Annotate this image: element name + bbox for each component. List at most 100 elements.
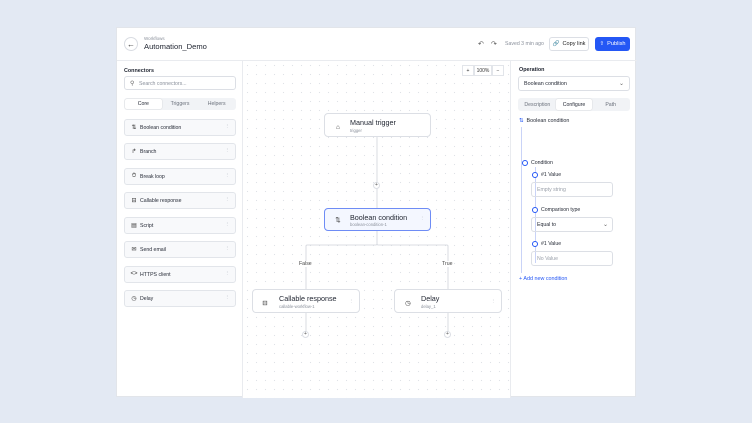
git-compare-icon: ⇅ (131, 125, 137, 131)
tree-root: ⇅ Boolean condition (519, 118, 569, 124)
connector-item-branch[interactable]: ↱ Branch ⋮ (124, 143, 236, 160)
connector-label: Boolean condition (140, 125, 182, 131)
node-title: Boolean condition (350, 213, 408, 222)
node-subtitle: delay_1 (421, 304, 436, 309)
node-boolean-condition[interactable]: ⇅ Boolean condition boolean-condition-1 … (324, 208, 431, 231)
comparison-label: Comparison type (541, 207, 581, 213)
node-delay[interactable]: ◷ Delay delay_1 ⋮ (394, 289, 502, 313)
breadcrumb[interactable]: Workflows (144, 36, 165, 41)
download-box-icon: ⊟ (262, 300, 268, 307)
publish-button[interactable]: ⇧ Publish (595, 37, 630, 51)
code-icon: <> (130, 271, 138, 277)
git-compare-icon: ⇅ (519, 118, 524, 124)
search-input[interactable] (139, 79, 233, 88)
copy-link-label: Copy link (562, 41, 586, 47)
tab-description[interactable]: Description (519, 99, 556, 110)
plus-icon: + (466, 67, 470, 74)
upload-icon: ⇧ (599, 41, 605, 47)
connector-label: Branch (140, 149, 157, 155)
connector-label: Delay (140, 296, 154, 302)
node-subtitle: trigger (350, 128, 362, 133)
drag-handle-icon[interactable]: ⋮ (225, 271, 231, 277)
value1-input[interactable]: Empty string (531, 182, 613, 197)
add-step-button[interactable]: + (373, 182, 380, 189)
value2-bullet (532, 241, 538, 247)
zoom-level: 100% (474, 65, 492, 76)
operation-title: Operation (519, 67, 545, 73)
connector-item-boolean-condition[interactable]: ⇅ Boolean condition ⋮ (124, 119, 236, 136)
tab-path[interactable]: Path (592, 99, 629, 110)
connector-item-https-client[interactable]: <> HTTPS client ⋮ (124, 266, 236, 283)
connector-item-script[interactable]: ▤ Script ⋮ (124, 217, 236, 234)
zoom-in-button[interactable]: + (462, 65, 474, 76)
connector-item-send-email[interactable]: ✉ Send email ⋮ (124, 241, 236, 258)
drag-handle-icon[interactable]: ⋮ (225, 124, 231, 130)
node-callable-response[interactable]: ⊟ Callable response callable-workflow-1 … (252, 289, 360, 313)
comparison-value: Equal to (537, 221, 557, 228)
node-title: Delay (421, 294, 440, 303)
connector-item-break-loop[interactable]: ⏱ Break loop ⋮ (124, 168, 236, 185)
tab-triggers[interactable]: Triggers (162, 99, 199, 109)
operation-select[interactable]: Boolean condition ⌄ (518, 76, 630, 91)
connector-item-delay[interactable]: ◷ Delay ⋮ (124, 290, 236, 307)
value2-input[interactable]: No Value (531, 251, 613, 266)
copy-link-button[interactable]: 🔗 Copy link (549, 37, 589, 51)
drag-handle-icon[interactable]: ⋮ (225, 295, 231, 301)
connector-tabs: Core Triggers Helpers (124, 98, 236, 110)
drag-handle-icon[interactable]: ⋮ (225, 246, 231, 252)
condition-label: Condition (531, 160, 553, 166)
clock-icon: ◷ (131, 296, 137, 302)
operation-value: Boolean condition (524, 81, 567, 87)
connector-label: Break loop (140, 174, 165, 180)
add-step-button-true[interactable]: + (444, 331, 451, 338)
tab-helpers[interactable]: Helpers (198, 99, 235, 109)
workflow-canvas[interactable]: + 100% − ⌂ Manual trigger trigger + ⇅ Bo… (243, 61, 510, 398)
drag-handle-icon[interactable]: ⋮ (225, 148, 231, 154)
search-icon: ⚲ (130, 81, 135, 87)
branch-label-true: True (440, 261, 455, 267)
node-manual-trigger[interactable]: ⌂ Manual trigger trigger (324, 113, 431, 137)
value2-label: #1 Value (541, 241, 562, 247)
drag-handle-icon[interactable]: ⋮ (420, 216, 426, 222)
workflow-editor-window: ← Workflows Automation_Demo ↶ ↷ Saved 3 … (116, 27, 637, 398)
value1-label: #1 Value (541, 172, 562, 178)
connector-label: Send email (140, 247, 166, 253)
node-title: Manual trigger (350, 118, 396, 127)
clock-icon: ◷ (405, 300, 411, 307)
add-condition-label: Add new condition (523, 276, 568, 282)
connector-label: Callable response (140, 198, 182, 204)
drag-handle-icon[interactable]: ⋮ (225, 173, 231, 179)
properties-panel: Operation Boolean condition ⌄ Descriptio… (510, 61, 637, 398)
download-box-icon: ⊟ (131, 198, 137, 204)
mail-icon: ✉ (131, 247, 137, 253)
add-condition-button[interactable]: + Add new condition (519, 276, 567, 282)
node-title: Callable response (279, 294, 337, 303)
drag-handle-icon[interactable]: ⋮ (225, 197, 231, 203)
git-compare-icon: ⇅ (335, 217, 341, 224)
value1-bullet (532, 172, 538, 178)
back-button[interactable]: ← (124, 37, 138, 51)
link-icon: 🔗 (552, 41, 560, 47)
connector-item-callable-response[interactable]: ⊟ Callable response ⋮ (124, 192, 236, 209)
home-icon: ⌂ (336, 123, 340, 131)
connector-label: HTTPS client (140, 272, 171, 278)
comparison-select[interactable]: Equal to ⌄ (531, 217, 613, 232)
publish-label: Publish (607, 41, 626, 47)
drag-handle-icon[interactable]: ⋮ (491, 299, 497, 305)
tree-line (521, 127, 522, 273)
connector-search[interactable]: ⚲ (124, 76, 236, 90)
undo-icon[interactable]: ↶ (478, 40, 484, 48)
zoom-out-button[interactable]: − (492, 65, 504, 76)
tab-core[interactable]: Core (125, 99, 162, 109)
redo-icon[interactable]: ↷ (491, 40, 497, 48)
top-header: ← Workflows Automation_Demo ↶ ↷ Saved 3 … (117, 28, 637, 61)
node-subtitle: callable-workflow-1 (279, 304, 315, 309)
tab-configure[interactable]: Configure (555, 99, 593, 110)
drag-handle-icon[interactable]: ⋮ (225, 222, 231, 228)
add-step-button-false[interactable]: + (302, 331, 309, 338)
saved-status: Saved 3 min ago (505, 41, 544, 47)
branch-icon: ↱ (131, 149, 137, 155)
condition-node-bullet (522, 160, 528, 166)
drag-handle-icon[interactable]: ⋮ (349, 299, 355, 305)
minus-icon: − (496, 67, 500, 74)
